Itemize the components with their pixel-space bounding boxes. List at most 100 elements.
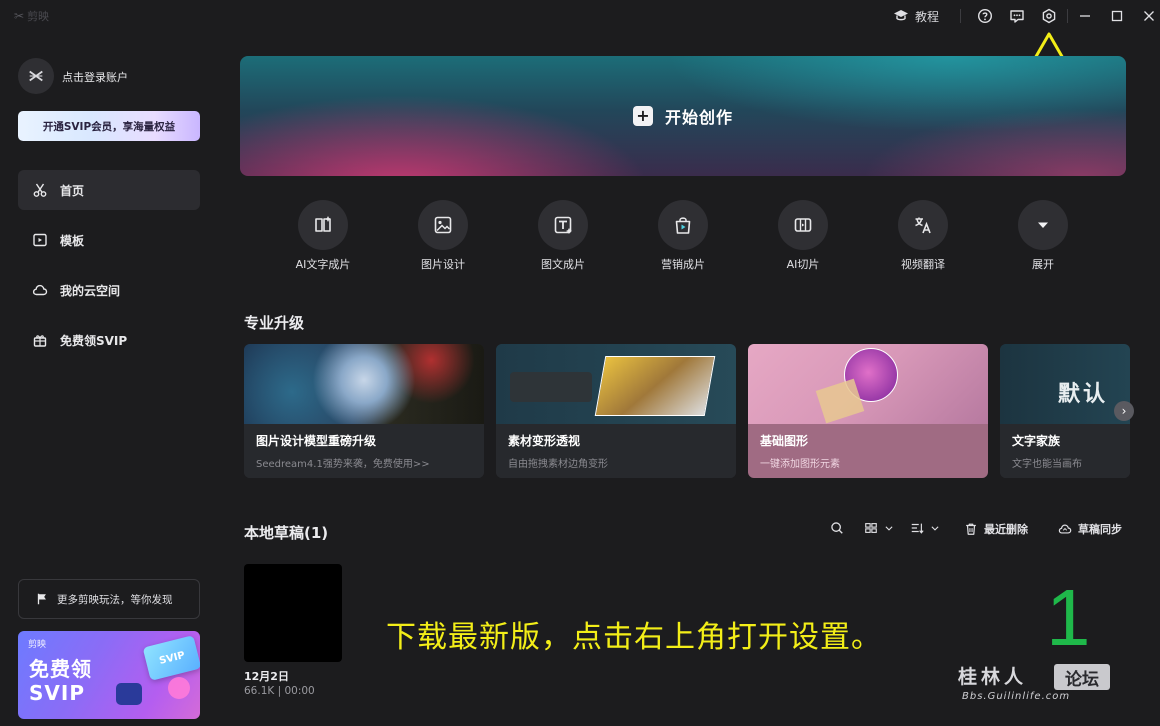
sort-icon [911,523,924,534]
heart-bubble-icon [168,677,190,699]
more-features-link[interactable]: 更多剪映玩法，等你发现 [18,579,200,619]
feedback-button[interactable] [1009,8,1025,24]
watermark-title: 桂林人 [958,666,1028,688]
close-button[interactable] [1141,8,1157,24]
tool-video-translate[interactable]: 视频翻译 [873,200,973,272]
settings-button[interactable] [1041,8,1057,24]
start-creation-label: 开始创作 [664,108,733,127]
upgrade-card-basic-shapes[interactable]: 基础图形 一键添加图形元素 [748,344,988,478]
card-image [496,344,736,424]
open-svip-button[interactable]: 开通SVIP会员，享海量权益 [18,111,200,141]
view-mode-dropdown[interactable] [864,521,894,535]
message-icon [1010,10,1024,23]
sidebar-item-free-svip[interactable]: 免费领SVIP [18,320,200,360]
maximize-icon [1111,10,1123,22]
tool-label: AI文字成片 [295,258,351,271]
card-title: 文字家族 [1012,434,1061,448]
camera-illustration-icon [116,683,142,705]
avatar[interactable] [18,58,54,94]
carousel-next-button[interactable]: › [1114,401,1134,421]
promo-line-2: SVIP [29,681,85,705]
card-image [244,344,484,424]
tool-image-design[interactable]: 图片设计 [393,200,493,272]
scissors-icon [33,183,47,197]
tool-marketing-video[interactable]: 营销成片 [633,200,733,272]
login-link[interactable]: 点击登录账户 [62,69,128,85]
draft-thumbnail[interactable] [244,564,342,662]
capcut-logo-icon: ✂ [14,9,25,23]
tool-ai-clip[interactable]: AI切片 [753,200,853,272]
sidebar-item-home[interactable]: 首页 [18,170,200,210]
draft-date: 12月2日 [244,670,289,683]
chevron-down-icon [885,526,893,531]
upgrade-card-text-family[interactable]: 默认 文字家族 文字也能当画布 [1000,344,1130,478]
card-title: 图片设计模型重磅升级 [256,434,377,448]
card-title: 素材变形透视 [508,434,581,448]
trash-icon [966,523,976,535]
start-creation-button[interactable]: + 开始创作 [240,56,1126,176]
marketing-bag-icon [675,217,691,234]
tool-label: 营销成片 [661,258,705,271]
card-subtitle: 自由拖拽素材边角变形 [508,459,608,470]
chevron-right-icon: › [1121,404,1127,418]
plus-icon: + [632,106,653,126]
upgrade-card-image-model[interactable]: 图片设计模型重磅升级 Seedream4.1强势来袭，免费使用>> [244,344,484,478]
search-button[interactable] [830,521,844,535]
svip-card-illustration: SVIP [142,635,200,681]
template-icon [33,233,47,247]
tool-label: 展开 [1032,258,1054,271]
help-icon [977,8,993,24]
tutorial-label: 教程 [915,9,940,24]
upgrade-section-title: 专业升级 [244,314,305,332]
flag-icon [37,593,46,605]
recent-delete-button[interactable]: 最近删除 [964,521,1028,537]
tool-ai-text-video[interactable]: AI文字成片 [273,200,373,272]
text-image-video-icon [554,216,572,234]
sort-dropdown[interactable] [910,521,940,535]
watermark-box: 论坛 [1054,664,1110,690]
watermark-url: Bbs.Guilinlife.com [962,691,1071,702]
card-image [748,344,988,424]
promo-logo: 剪映 [28,640,47,650]
drafts-section-title: 本地草稿(1) [244,524,329,542]
minimize-icon [1080,15,1090,17]
sidebar: 点击登录账户 开通SVIP会员，享海量权益 首页 模板 我的云空间 免费领SVI… [0,32,218,726]
tool-text-image-video[interactable]: 图文成片 [513,200,613,272]
sidebar-item-label: 我的云空间 [60,283,121,298]
sidebar-item-label: 模板 [60,233,85,248]
app-name: 剪映 [27,10,50,23]
annotation-step-number: 1 [1046,573,1091,662]
more-features-label: 更多剪映玩法，等你发现 [57,593,173,606]
svip-promo-banner[interactable]: 剪映 免费领 SVIP SVIP [18,631,200,719]
divider [960,9,961,23]
minimize-button[interactable] [1077,8,1093,24]
sidebar-item-templates[interactable]: 模板 [18,220,200,260]
card-subtitle: Seedream4.1强势来袭，免费使用>> [256,459,430,470]
capcut-logo-icon [29,70,43,82]
draft-meta: 66.1K | 00:00 [244,685,315,697]
maximize-button[interactable] [1109,8,1125,24]
tool-label: 视频翻译 [901,258,945,271]
gear-icon [1042,8,1056,24]
expand-chevron-icon [1038,222,1048,228]
image-design-icon [434,216,452,234]
tool-expand[interactable]: 展开 [993,200,1093,272]
sidebar-item-label: 首页 [60,183,85,198]
gift-icon [33,335,47,347]
search-icon [831,522,843,534]
cloud-sync-icon [1058,524,1072,534]
tutorial-button[interactable]: 教程 [893,7,939,25]
tool-label: 图片设计 [421,258,465,271]
card-title: 基础图形 [760,434,809,448]
title-bar: ✂ 剪映 教程 [0,0,1160,32]
draft-sync-button[interactable]: 草稿同步 [1058,521,1122,537]
draft-sync-label: 草稿同步 [1078,523,1122,536]
translate-icon [915,217,931,234]
tool-label: 图文成片 [541,258,585,271]
card-image-text: 默认 [1058,382,1109,407]
sidebar-item-cloud[interactable]: 我的云空间 [18,270,200,310]
help-button[interactable] [977,8,993,24]
upgrade-card-warp-perspective[interactable]: 素材变形透视 自由拖拽素材边角变形 [496,344,736,478]
app-logo: ✂ 剪映 [14,8,49,24]
grid-view-icon [865,523,877,533]
